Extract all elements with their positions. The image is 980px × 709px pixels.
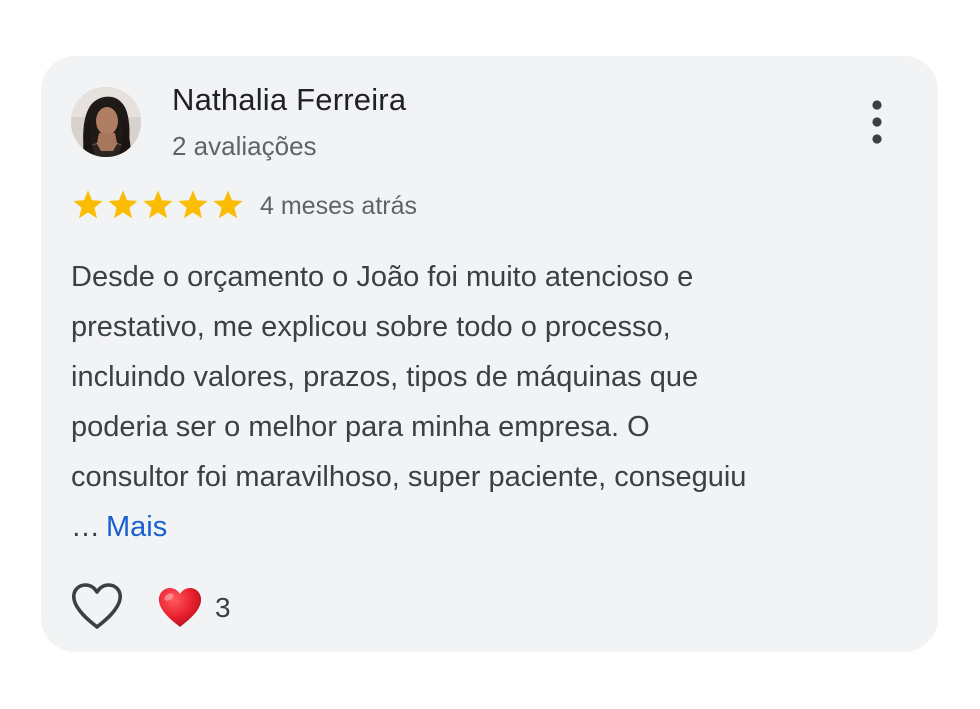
- review-text: Desde o orçamento o João foi muito atenc…: [71, 252, 911, 552]
- star-icon: [71, 189, 105, 223]
- star-icon: [176, 189, 210, 223]
- review-text-line: incluindo valores, prazos, tipos de máqu…: [71, 361, 699, 393]
- star-icon: [106, 189, 140, 223]
- star-icon: [211, 189, 245, 223]
- red-heart-emoji-icon: [158, 588, 202, 627]
- reviewer-name[interactable]: Nathalia Ferreira: [172, 82, 406, 118]
- reviewer-review-count: 2 avaliações: [172, 131, 317, 161]
- review-text-line: prestativo, me explicou sobre todo o pro…: [71, 311, 671, 343]
- review-text-line: poderia ser o melhor para minha empresa.…: [71, 411, 650, 443]
- like-button[interactable]: [70, 582, 124, 632]
- star-icon: [141, 189, 175, 223]
- review-text-line: consultor foi maravilhoso, super pacient…: [71, 461, 747, 493]
- more-options-button[interactable]: [863, 98, 891, 146]
- heart-outline-icon: [72, 583, 122, 629]
- review-date: 4 meses atrás: [260, 192, 418, 220]
- review-text-ellipsis: …: [71, 511, 100, 543]
- avatar-image: [71, 87, 141, 157]
- read-more-link[interactable]: Mais: [106, 511, 167, 543]
- review-card: Nathalia Ferreira 2 avaliações 4 meses a…: [41, 56, 938, 652]
- star-rating: [71, 189, 245, 223]
- reaction-summary[interactable]: 3: [157, 586, 231, 630]
- reaction-count: 3: [215, 592, 231, 623]
- review-text-line: Desde o orçamento o João foi muito atenc…: [71, 261, 694, 293]
- review-text-more-line: … Mais: [71, 502, 911, 552]
- more-vert-icon: [872, 100, 882, 144]
- avatar[interactable]: [71, 87, 141, 157]
